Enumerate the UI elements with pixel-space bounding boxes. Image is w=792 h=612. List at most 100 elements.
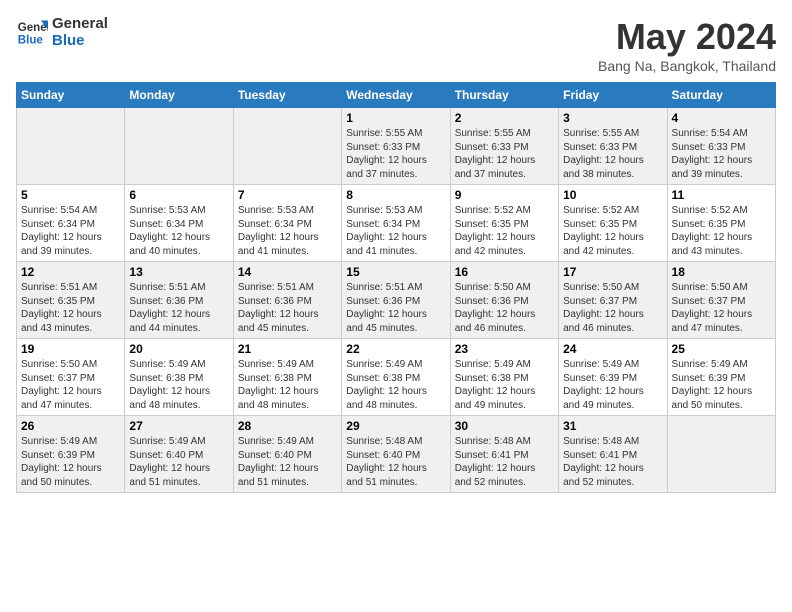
- weekday-header: Saturday: [667, 83, 775, 108]
- calendar-cell: 25 Sunrise: 5:49 AMSunset: 6:39 PMDaylig…: [667, 339, 775, 416]
- day-number: 26: [21, 419, 120, 433]
- title-block: May 2024 Bang Na, Bangkok, Thailand: [598, 16, 776, 74]
- weekday-header-row: SundayMondayTuesdayWednesdayThursdayFrid…: [17, 83, 776, 108]
- weekday-header: Tuesday: [233, 83, 341, 108]
- calendar-cell: 31 Sunrise: 5:48 AMSunset: 6:41 PMDaylig…: [559, 416, 667, 493]
- day-number: 4: [672, 111, 771, 125]
- day-number: 3: [563, 111, 662, 125]
- cell-info: Sunrise: 5:51 AMSunset: 6:36 PMDaylight:…: [346, 282, 427, 334]
- calendar-cell: 27 Sunrise: 5:49 AMSunset: 6:40 PMDaylig…: [125, 416, 233, 493]
- day-number: 6: [129, 188, 228, 202]
- cell-info: Sunrise: 5:50 AMSunset: 6:37 PMDaylight:…: [563, 282, 644, 334]
- day-number: 22: [346, 342, 445, 356]
- calendar-cell: [667, 416, 775, 493]
- calendar-week-row: 19 Sunrise: 5:50 AMSunset: 6:37 PMDaylig…: [17, 339, 776, 416]
- calendar-cell: [233, 108, 341, 185]
- logo-blue: Blue: [52, 33, 108, 50]
- calendar-week-row: 1 Sunrise: 5:55 AMSunset: 6:33 PMDayligh…: [17, 108, 776, 185]
- calendar-cell: 26 Sunrise: 5:49 AMSunset: 6:39 PMDaylig…: [17, 416, 125, 493]
- calendar-cell: 9 Sunrise: 5:52 AMSunset: 6:35 PMDayligh…: [450, 185, 558, 262]
- cell-info: Sunrise: 5:53 AMSunset: 6:34 PMDaylight:…: [346, 205, 427, 257]
- cell-info: Sunrise: 5:49 AMSunset: 6:38 PMDaylight:…: [455, 359, 536, 411]
- weekday-header: Thursday: [450, 83, 558, 108]
- calendar-cell: 8 Sunrise: 5:53 AMSunset: 6:34 PMDayligh…: [342, 185, 450, 262]
- cell-info: Sunrise: 5:52 AMSunset: 6:35 PMDaylight:…: [672, 205, 753, 257]
- calendar-cell: 16 Sunrise: 5:50 AMSunset: 6:36 PMDaylig…: [450, 262, 558, 339]
- calendar-cell: 15 Sunrise: 5:51 AMSunset: 6:36 PMDaylig…: [342, 262, 450, 339]
- cell-info: Sunrise: 5:52 AMSunset: 6:35 PMDaylight:…: [563, 205, 644, 257]
- day-number: 18: [672, 265, 771, 279]
- cell-info: Sunrise: 5:49 AMSunset: 6:38 PMDaylight:…: [238, 359, 319, 411]
- calendar-cell: 17 Sunrise: 5:50 AMSunset: 6:37 PMDaylig…: [559, 262, 667, 339]
- day-number: 1: [346, 111, 445, 125]
- calendar-cell: 30 Sunrise: 5:48 AMSunset: 6:41 PMDaylig…: [450, 416, 558, 493]
- cell-info: Sunrise: 5:49 AMSunset: 6:40 PMDaylight:…: [129, 436, 210, 488]
- cell-info: Sunrise: 5:55 AMSunset: 6:33 PMDaylight:…: [346, 128, 427, 180]
- weekday-header: Sunday: [17, 83, 125, 108]
- calendar-cell: 1 Sunrise: 5:55 AMSunset: 6:33 PMDayligh…: [342, 108, 450, 185]
- weekday-header: Monday: [125, 83, 233, 108]
- day-number: 13: [129, 265, 228, 279]
- calendar-cell: [17, 108, 125, 185]
- page-header: General Blue General Blue May 2024 Bang …: [16, 16, 776, 74]
- calendar-cell: 13 Sunrise: 5:51 AMSunset: 6:36 PMDaylig…: [125, 262, 233, 339]
- cell-info: Sunrise: 5:49 AMSunset: 6:40 PMDaylight:…: [238, 436, 319, 488]
- svg-text:Blue: Blue: [18, 34, 44, 46]
- calendar-table: SundayMondayTuesdayWednesdayThursdayFrid…: [16, 82, 776, 493]
- calendar-cell: 2 Sunrise: 5:55 AMSunset: 6:33 PMDayligh…: [450, 108, 558, 185]
- weekday-header: Friday: [559, 83, 667, 108]
- location: Bang Na, Bangkok, Thailand: [598, 58, 776, 74]
- calendar-cell: 18 Sunrise: 5:50 AMSunset: 6:37 PMDaylig…: [667, 262, 775, 339]
- day-number: 7: [238, 188, 337, 202]
- day-number: 30: [455, 419, 554, 433]
- cell-info: Sunrise: 5:50 AMSunset: 6:37 PMDaylight:…: [21, 359, 102, 411]
- day-number: 25: [672, 342, 771, 356]
- cell-info: Sunrise: 5:50 AMSunset: 6:37 PMDaylight:…: [672, 282, 753, 334]
- calendar-cell: 11 Sunrise: 5:52 AMSunset: 6:35 PMDaylig…: [667, 185, 775, 262]
- day-number: 9: [455, 188, 554, 202]
- day-number: 28: [238, 419, 337, 433]
- cell-info: Sunrise: 5:50 AMSunset: 6:36 PMDaylight:…: [455, 282, 536, 334]
- calendar-cell: 24 Sunrise: 5:49 AMSunset: 6:39 PMDaylig…: [559, 339, 667, 416]
- day-number: 14: [238, 265, 337, 279]
- calendar-cell: 7 Sunrise: 5:53 AMSunset: 6:34 PMDayligh…: [233, 185, 341, 262]
- day-number: 8: [346, 188, 445, 202]
- calendar-cell: 12 Sunrise: 5:51 AMSunset: 6:35 PMDaylig…: [17, 262, 125, 339]
- day-number: 17: [563, 265, 662, 279]
- calendar-cell: 22 Sunrise: 5:49 AMSunset: 6:38 PMDaylig…: [342, 339, 450, 416]
- day-number: 2: [455, 111, 554, 125]
- cell-info: Sunrise: 5:49 AMSunset: 6:39 PMDaylight:…: [563, 359, 644, 411]
- calendar-week-row: 12 Sunrise: 5:51 AMSunset: 6:35 PMDaylig…: [17, 262, 776, 339]
- cell-info: Sunrise: 5:51 AMSunset: 6:36 PMDaylight:…: [238, 282, 319, 334]
- cell-info: Sunrise: 5:49 AMSunset: 6:38 PMDaylight:…: [346, 359, 427, 411]
- cell-info: Sunrise: 5:53 AMSunset: 6:34 PMDaylight:…: [129, 205, 210, 257]
- day-number: 29: [346, 419, 445, 433]
- calendar-cell: 29 Sunrise: 5:48 AMSunset: 6:40 PMDaylig…: [342, 416, 450, 493]
- day-number: 10: [563, 188, 662, 202]
- cell-info: Sunrise: 5:48 AMSunset: 6:41 PMDaylight:…: [455, 436, 536, 488]
- day-number: 16: [455, 265, 554, 279]
- day-number: 20: [129, 342, 228, 356]
- day-number: 21: [238, 342, 337, 356]
- day-number: 27: [129, 419, 228, 433]
- calendar-cell: 3 Sunrise: 5:55 AMSunset: 6:33 PMDayligh…: [559, 108, 667, 185]
- cell-info: Sunrise: 5:49 AMSunset: 6:39 PMDaylight:…: [21, 436, 102, 488]
- day-number: 23: [455, 342, 554, 356]
- cell-info: Sunrise: 5:49 AMSunset: 6:38 PMDaylight:…: [129, 359, 210, 411]
- cell-info: Sunrise: 5:54 AMSunset: 6:34 PMDaylight:…: [21, 205, 102, 257]
- day-number: 15: [346, 265, 445, 279]
- cell-info: Sunrise: 5:52 AMSunset: 6:35 PMDaylight:…: [455, 205, 536, 257]
- cell-info: Sunrise: 5:55 AMSunset: 6:33 PMDaylight:…: [455, 128, 536, 180]
- cell-info: Sunrise: 5:51 AMSunset: 6:35 PMDaylight:…: [21, 282, 102, 334]
- cell-info: Sunrise: 5:53 AMSunset: 6:34 PMDaylight:…: [238, 205, 319, 257]
- svg-text:General: General: [18, 22, 48, 34]
- calendar-cell: 4 Sunrise: 5:54 AMSunset: 6:33 PMDayligh…: [667, 108, 775, 185]
- calendar-cell: 28 Sunrise: 5:49 AMSunset: 6:40 PMDaylig…: [233, 416, 341, 493]
- calendar-cell: 23 Sunrise: 5:49 AMSunset: 6:38 PMDaylig…: [450, 339, 558, 416]
- day-number: 24: [563, 342, 662, 356]
- day-number: 12: [21, 265, 120, 279]
- calendar-cell: [125, 108, 233, 185]
- day-number: 31: [563, 419, 662, 433]
- logo-icon: General Blue: [16, 17, 48, 49]
- day-number: 11: [672, 188, 771, 202]
